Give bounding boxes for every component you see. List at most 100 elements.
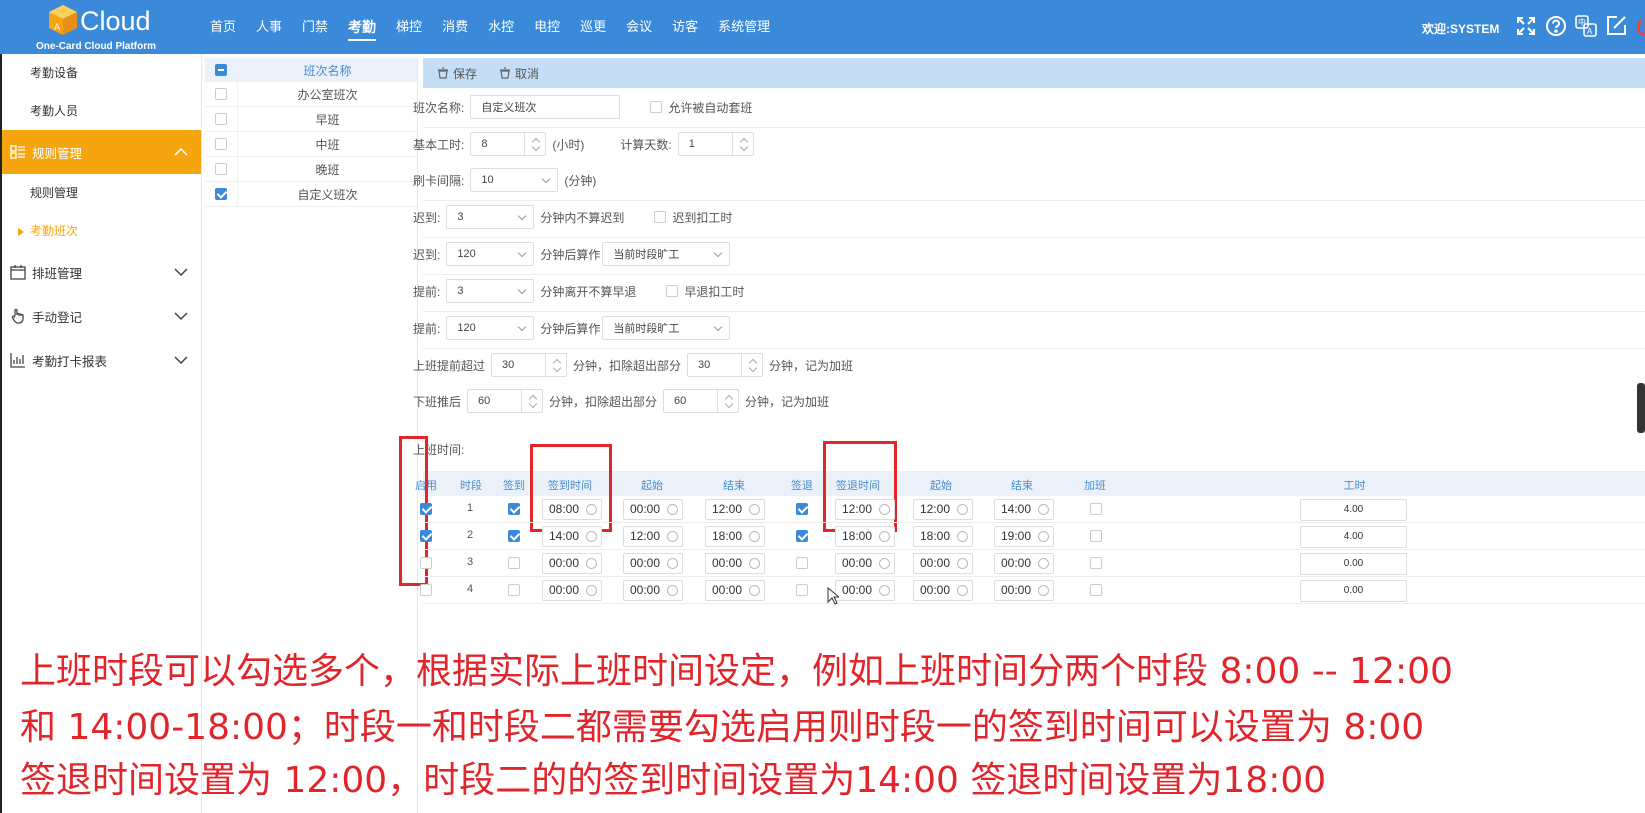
sidebar-group-manual-register[interactable]: 手动登记 [2,294,201,338]
checkout-end-input[interactable]: 14:00 [994,499,1054,520]
row-checkbox[interactable] [215,88,227,100]
stepper-up-icon[interactable] [724,394,734,404]
nav-item-8[interactable]: 巡更 [570,0,616,54]
stepper-down-icon[interactable] [532,142,541,152]
stepper-down-icon[interactable] [739,142,748,152]
save-button[interactable]: 保存 [437,65,477,82]
cancel-button[interactable]: 取消 [499,65,539,82]
sidebar-item-attendance-shift[interactable]: 考勤班次 [2,212,201,250]
checkin-time-input[interactable]: 00:00 [542,553,602,574]
shift-list-row[interactable]: 晚班 [205,157,417,182]
fullscreen-icon[interactable] [1514,14,1538,38]
late-absent-type-select[interactable]: 当前时段旷工 [602,242,731,266]
nav-item-10[interactable]: 访客 [662,0,708,54]
overtime-checkbox[interactable] [1090,503,1102,515]
checkin-checkbox[interactable] [508,557,520,569]
row-checkbox[interactable] [215,138,227,150]
nav-item-4[interactable]: 梯控 [386,0,432,54]
stepper-up-icon[interactable] [552,358,562,368]
checkin-end-input[interactable]: 18:00 [705,526,765,547]
checkout-time-input[interactable]: 12:00 [835,499,895,520]
overtime-checkbox[interactable] [1090,584,1102,596]
checkout-time-input[interactable]: 00:00 [835,580,895,601]
checkin-end-input[interactable]: 00:00 [705,553,765,574]
sidebar-group-rules[interactable]: 规则管理 [2,130,201,174]
checkin-end-input[interactable]: 12:00 [705,499,765,520]
row-checkbox[interactable] [215,163,227,175]
late-minutes-select[interactable]: 3 [446,205,535,229]
checkout-time-input[interactable]: 18:00 [835,526,895,547]
sidebar-item-attendance-staff[interactable]: 考勤人员 [2,92,201,130]
checkin-time-input[interactable]: 14:00 [542,526,602,547]
checkin-time-input[interactable]: 00:00 [542,580,602,601]
nav-item-6[interactable]: 水控 [478,0,524,54]
overtime-after-stepper-2[interactable]: 60 [663,389,740,413]
checkout-start-input[interactable]: 12:00 [913,499,973,520]
stepper-down-icon[interactable] [528,399,538,409]
sidebar-group-report[interactable]: 考勤打卡报表 [2,338,201,382]
nav-item-11[interactable]: 系统管理 [708,0,780,54]
overtime-before-stepper[interactable]: 30 [491,353,568,377]
checkout-checkbox[interactable] [796,584,808,596]
shift-list-row[interactable]: 办公室班次 [205,82,417,107]
early-minutes-select[interactable]: 3 [446,279,535,303]
checkin-time-input[interactable]: 08:00 [542,499,602,520]
early-absent-type-select[interactable]: 当前时段旷工 [602,316,731,340]
overtime-checkbox[interactable] [1090,557,1102,569]
checkout-start-input[interactable]: 00:00 [913,553,973,574]
early-deduct-checkbox[interactable] [666,285,679,297]
enable-checkbox[interactable] [420,530,432,542]
nav-item-0[interactable]: 首页 [200,0,246,54]
nav-item-3[interactable]: 考勤 [338,0,386,54]
checkin-checkbox[interactable] [508,530,520,542]
checkout-checkbox[interactable] [796,503,808,515]
checkin-end-input[interactable]: 00:00 [705,580,765,601]
checkout-start-input[interactable]: 00:00 [913,580,973,601]
nav-item-5[interactable]: 消费 [432,0,478,54]
sidebar-group-scheduling[interactable]: 排班管理 [2,250,201,294]
overtime-checkbox[interactable] [1090,530,1102,542]
checkin-start-input[interactable]: 00:00 [623,499,683,520]
select-all-checkbox[interactable] [215,64,227,76]
translate-icon[interactable]: 中A [1574,14,1598,38]
checkin-start-input[interactable]: 00:00 [623,553,683,574]
stepper-down-icon[interactable] [552,363,562,373]
scrollbar-thumb[interactable] [1637,383,1645,433]
stepper-up-icon[interactable] [739,137,748,147]
row-checkbox[interactable] [215,113,227,125]
checkin-checkbox[interactable] [508,584,520,596]
checkout-start-input[interactable]: 18:00 [913,526,973,547]
overtime-after-stepper[interactable]: 60 [467,389,544,413]
enable-checkbox[interactable] [420,584,432,596]
app-logo[interactable]: A Cloud One-Card Cloud Platform [36,2,166,52]
checkout-time-input[interactable]: 00:00 [835,553,895,574]
stepper-up-icon[interactable] [532,137,541,147]
checkin-start-input[interactable]: 00:00 [623,580,683,601]
base-hours-stepper[interactable]: 8 [470,132,547,156]
help-icon[interactable] [1544,14,1568,38]
nav-item-7[interactable]: 电控 [524,0,570,54]
checkin-checkbox[interactable] [508,503,520,515]
stepper-up-icon[interactable] [528,394,538,404]
shift-list-row[interactable]: 自定义班次 [205,182,417,207]
sidebar-item-attendance-device[interactable]: 考勤设备 [2,54,201,92]
enable-checkbox[interactable] [420,557,432,569]
row-checkbox[interactable] [215,188,227,200]
checkin-start-input[interactable]: 12:00 [623,526,683,547]
overtime-before-stepper-2[interactable]: 30 [687,353,764,377]
sidebar-item-rule-management[interactable]: 规则管理 [2,174,201,212]
nav-item-9[interactable]: 会议 [616,0,662,54]
late-absent-minutes-select[interactable]: 120 [446,242,535,266]
checkout-checkbox[interactable] [796,557,808,569]
checkout-checkbox[interactable] [796,530,808,542]
edit-icon[interactable] [1604,14,1628,38]
checkout-end-input[interactable]: 00:00 [994,580,1054,601]
allow-auto-checkbox[interactable] [650,101,663,113]
nav-item-1[interactable]: 人事 [246,0,292,54]
calc-days-stepper[interactable]: 1 [677,132,754,156]
checkout-end-input[interactable]: 19:00 [994,526,1054,547]
nav-item-2[interactable]: 门禁 [292,0,338,54]
enable-checkbox[interactable] [420,503,432,515]
stepper-up-icon[interactable] [748,358,758,368]
checkout-end-input[interactable]: 00:00 [994,553,1054,574]
